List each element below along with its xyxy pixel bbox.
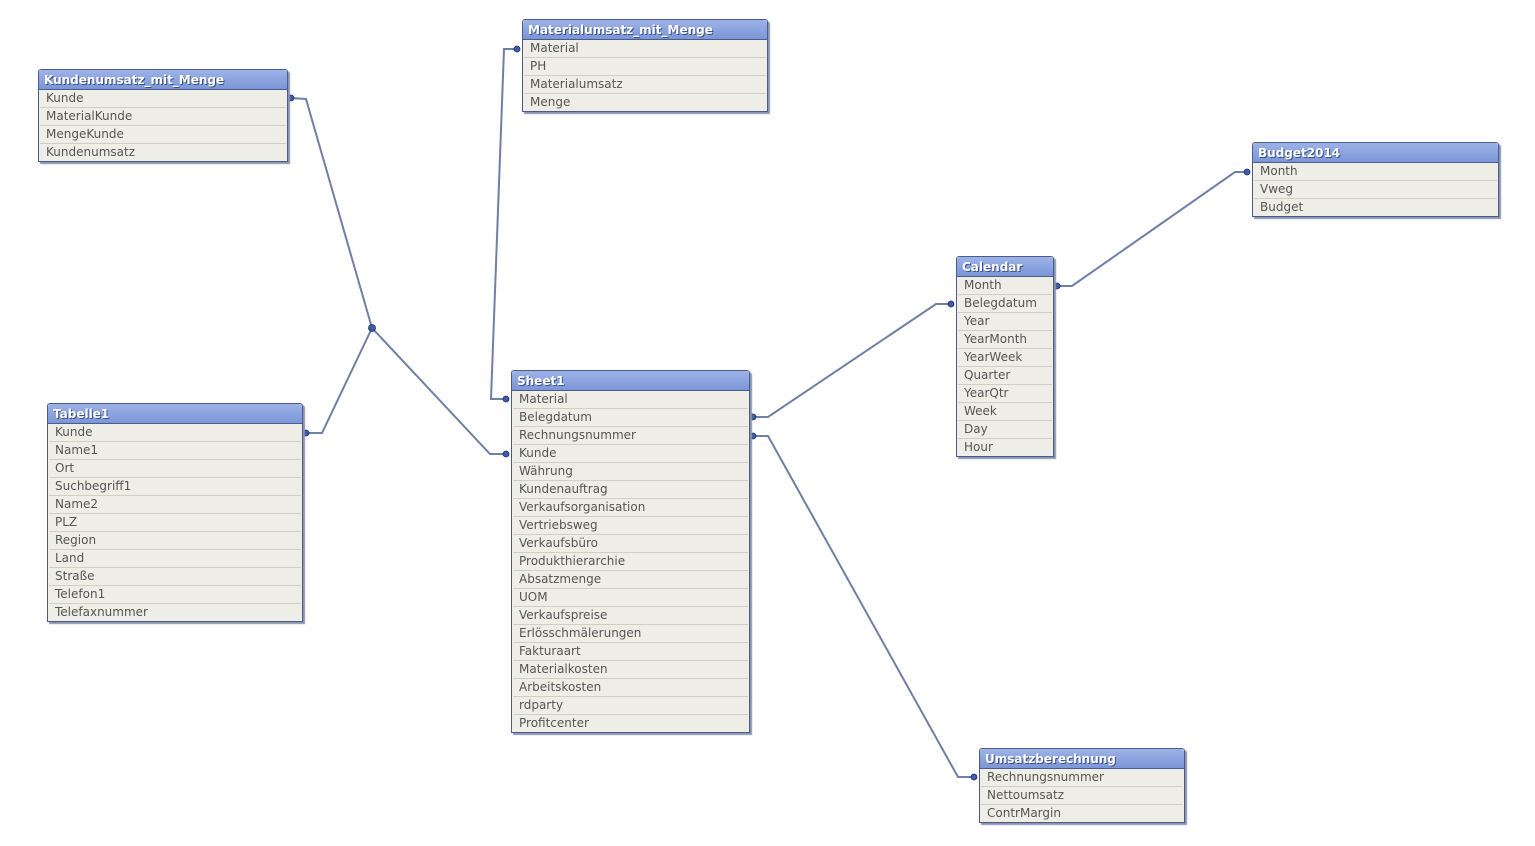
field-row[interactable]: Budget — [1254, 199, 1497, 216]
field-row[interactable]: Verkaufsbüro — [513, 535, 748, 553]
field-row[interactable]: Kundenumsatz — [40, 144, 286, 161]
table-materialumsatz[interactable]: Materialumsatz_mit_Menge Material PH Materi… — [522, 19, 768, 112]
link-belegdatum — [753, 303, 951, 418]
connector-dot — [1053, 282, 1061, 290]
field-row[interactable]: PLZ — [49, 514, 301, 532]
table-title[interactable]: Umsatzberechnung — [980, 749, 1184, 769]
connector-dot — [302, 429, 310, 437]
table-title[interactable]: Calendar — [957, 257, 1053, 277]
table-kundenumsatz[interactable]: Kundenumsatz_mit_Menge Kunde MaterialKunde… — [38, 69, 288, 162]
connector-dot — [513, 45, 521, 53]
link-material — [489, 48, 517, 400]
field-row[interactable]: Kunde — [49, 424, 301, 442]
connector-dot — [502, 450, 510, 458]
field-row[interactable]: Suchbegriff1 — [49, 478, 301, 496]
table-title[interactable]: Tabelle1 — [48, 404, 302, 424]
field-row[interactable]: MengeKunde — [40, 126, 286, 144]
field-row[interactable]: Materialkosten — [513, 661, 748, 679]
connector-dot — [287, 94, 295, 102]
field-row[interactable]: Fakturaart — [513, 643, 748, 661]
field-row[interactable]: Straße — [49, 568, 301, 586]
field-row[interactable]: PH — [524, 58, 766, 76]
field-row[interactable]: Telefon1 — [49, 586, 301, 604]
table-title[interactable]: Sheet1 — [512, 371, 749, 391]
connector-dot — [749, 413, 757, 421]
field-row[interactable]: Produkthierarchie — [513, 553, 748, 571]
link-rechnungsnummer — [753, 435, 974, 778]
connector-dot — [1243, 168, 1251, 176]
field-row[interactable]: Material — [524, 40, 766, 58]
connector-dot — [947, 300, 955, 308]
field-row[interactable]: Material — [513, 391, 748, 409]
table-title[interactable]: Materialumsatz_mit_Menge — [523, 20, 767, 40]
field-row[interactable]: Rechnungsnummer — [513, 427, 748, 445]
field-row[interactable]: Name2 — [49, 496, 301, 514]
field-row[interactable]: Week — [958, 403, 1052, 421]
table-title[interactable]: Budget2014 — [1253, 143, 1498, 163]
field-row[interactable]: Kundenauftrag — [513, 481, 748, 499]
field-row[interactable]: Month — [958, 277, 1052, 295]
connector-dot — [749, 432, 757, 440]
table-sheet1[interactable]: Sheet1 Material Belegdatum Rechnungsnummer K… — [511, 370, 750, 733]
field-row[interactable]: Kunde — [513, 445, 748, 463]
field-row[interactable]: Menge — [524, 94, 766, 111]
field-row[interactable]: Nettoumsatz — [981, 787, 1183, 805]
field-row[interactable]: Erlösschmälerungen — [513, 625, 748, 643]
table-calendar[interactable]: Calendar Month Belegdatum Year YearMonth Year… — [956, 256, 1054, 457]
field-row[interactable]: Währung — [513, 463, 748, 481]
field-row[interactable]: Vweg — [1254, 181, 1497, 199]
field-row[interactable]: Month — [1254, 163, 1497, 181]
link-kunde-kundenumsatz — [290, 97, 373, 329]
field-row[interactable]: Land — [49, 550, 301, 568]
field-row[interactable]: Verkaufspreise — [513, 607, 748, 625]
field-row[interactable]: Region — [49, 532, 301, 550]
connector-dot — [970, 773, 978, 781]
field-row[interactable]: YearWeek — [958, 349, 1052, 367]
field-row[interactable]: UOM — [513, 589, 748, 607]
field-row[interactable]: YearMonth — [958, 331, 1052, 349]
field-row[interactable]: ContrMargin — [981, 805, 1183, 822]
field-row[interactable]: rdparty — [513, 697, 748, 715]
table-budget2014[interactable]: Budget2014 Month Vweg Budget — [1252, 142, 1499, 217]
connector-dot — [502, 395, 510, 403]
field-row[interactable]: Rechnungsnummer — [981, 769, 1183, 787]
table-umsatzberechnung[interactable]: Umsatzberechnung Rechnungsnummer Nettoumsa… — [979, 748, 1185, 823]
field-row[interactable]: Ort — [49, 460, 301, 478]
field-row[interactable]: Hour — [958, 439, 1052, 456]
field-row[interactable]: Belegdatum — [958, 295, 1052, 313]
field-row[interactable]: MaterialKunde — [40, 108, 286, 126]
field-row[interactable]: Arbeitskosten — [513, 679, 748, 697]
field-row[interactable]: Name1 — [49, 442, 301, 460]
field-row[interactable]: Day — [958, 421, 1052, 439]
field-row[interactable]: Kunde — [40, 90, 286, 108]
link-kunde-sheet1 — [371, 327, 506, 455]
field-row[interactable]: YearQtr — [958, 385, 1052, 403]
field-row[interactable]: Materialumsatz — [524, 76, 766, 94]
junction-dot — [368, 324, 376, 332]
field-row[interactable]: Quarter — [958, 367, 1052, 385]
table-tabelle1[interactable]: Tabelle1 Kunde Name1 Ort Suchbegriff1 Name2 PL… — [47, 403, 303, 622]
field-row[interactable]: Verkaufsorganisation — [513, 499, 748, 517]
field-row[interactable]: Year — [958, 313, 1052, 331]
field-row[interactable]: Belegdatum — [513, 409, 748, 427]
field-row[interactable]: Vertriebsweg — [513, 517, 748, 535]
field-row[interactable]: Absatzmenge — [513, 571, 748, 589]
link-month — [1057, 171, 1247, 287]
field-row[interactable]: Profitcenter — [513, 715, 748, 732]
table-title[interactable]: Kundenumsatz_mit_Menge — [39, 70, 287, 90]
link-kunde-tabelle1 — [306, 327, 373, 434]
field-row[interactable]: Telefaxnummer — [49, 604, 301, 621]
